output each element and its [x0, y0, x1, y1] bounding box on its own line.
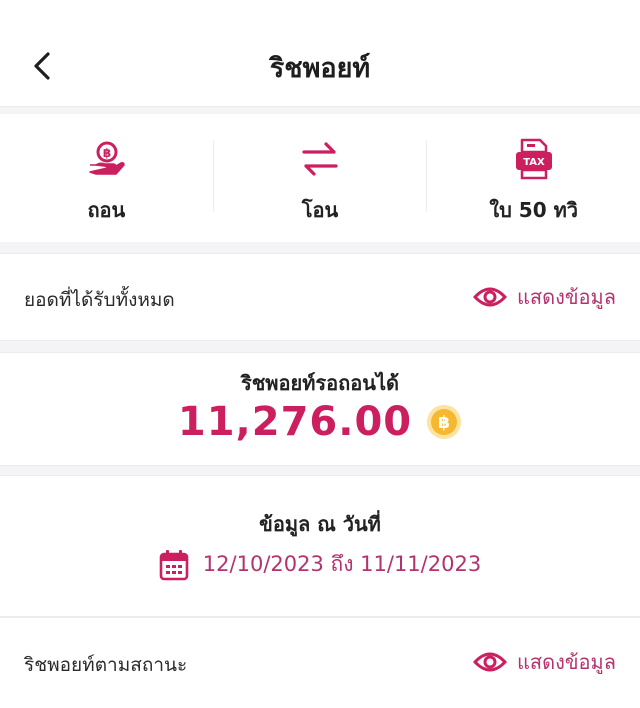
- calendar-icon: [159, 549, 189, 580]
- withdraw-button[interactable]: ฿ ถอน: [0, 114, 213, 242]
- date-info-card: ข้อมูล ณ วันที่ 12/10/2023 ถึง 11/11/202…: [0, 475, 640, 617]
- baht-coin-icon: ฿: [427, 405, 462, 439]
- total-received-label: ยอดที่ได้รับทั้งหมด: [24, 289, 175, 311]
- total-received-row: ยอดที่ได้รับทั้งหมด แสดงข้อมูล: [0, 253, 640, 341]
- top-bar: ริชพอยท์: [0, 0, 640, 107]
- svg-text:฿: ฿: [103, 146, 111, 160]
- svg-text:฿: ฿: [438, 413, 450, 433]
- pending-balance-card: ริชพอยท์รอถอนได้ 11,276.00 ฿: [0, 352, 640, 466]
- tax-document-icon: TAX: [512, 138, 556, 180]
- show-total-label: แสดงข้อมูล: [517, 285, 616, 309]
- eye-icon: [473, 652, 508, 672]
- coin-hand-icon: ฿: [84, 138, 128, 180]
- points-by-status-row: ริชพอยท์ตามสถานะ แสดงข้อมูล: [0, 617, 640, 708]
- points-by-status-label: ริชพอยท์ตามสถานะ: [24, 654, 188, 676]
- action-bar: ฿ ถอน โอน TAX ใบ 50 ทวิ: [0, 114, 640, 242]
- svg-text:TAX: TAX: [523, 157, 545, 168]
- date-info-title: ข้อมูล ณ วันที่: [259, 512, 381, 536]
- transfer-button[interactable]: โอน: [214, 114, 427, 242]
- show-status-button[interactable]: แสดงข้อมูล: [473, 646, 616, 678]
- eye-icon: [473, 287, 508, 307]
- transfer-arrows-icon: [298, 138, 342, 180]
- pending-balance-title: ริชพอยท์รอถอนได้: [240, 371, 399, 395]
- date-range-text: 12/10/2023 ถึง 11/11/2023: [202, 552, 482, 576]
- withdraw-label: ถอน: [87, 198, 126, 222]
- pending-balance-amount: 11,276.00: [177, 399, 413, 445]
- tax-certificate-label: ใบ 50 ทวิ: [489, 198, 578, 222]
- show-status-label: แสดงข้อมูล: [517, 650, 616, 674]
- tax-certificate-button[interactable]: TAX ใบ 50 ทวิ: [427, 114, 640, 242]
- show-total-button[interactable]: แสดงข้อมูล: [473, 281, 616, 313]
- page-title: ริชพอยท์: [269, 53, 371, 84]
- date-range-selector[interactable]: 12/10/2023 ถึง 11/11/2023: [0, 548, 640, 581]
- pending-balance-line: 11,276.00 ฿: [0, 399, 640, 445]
- transfer-label: โอน: [301, 198, 339, 222]
